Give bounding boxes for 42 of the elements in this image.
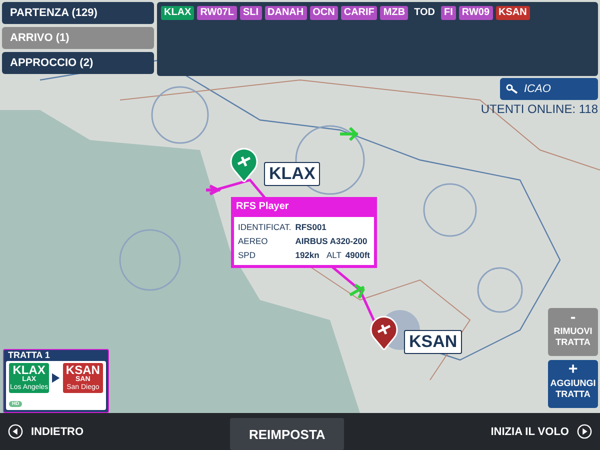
- tab[interactable]: APPROCCIO (2): [2, 52, 154, 74]
- back-button[interactable]: INDIETRO: [8, 422, 84, 440]
- field-label: AEREO: [238, 236, 269, 246]
- waypoint-chip[interactable]: MZB: [380, 6, 408, 20]
- field-label: ALT: [326, 250, 342, 260]
- route-marker-label[interactable]: TOD: [411, 6, 438, 20]
- tab[interactable]: ARRIVO (1): [2, 27, 154, 49]
- waypoint-chip[interactable]: OCN: [310, 6, 338, 20]
- waypoint-chip[interactable]: SLI: [240, 6, 262, 20]
- field-value: AIRBUS A320-200: [295, 236, 368, 246]
- field-label: SPD: [238, 250, 256, 260]
- field-value: RFS001: [295, 222, 328, 232]
- play-icon: [576, 424, 592, 439]
- search-field[interactable]: ICAO: [500, 78, 598, 100]
- origin-chip[interactable]: KLAX: [161, 6, 194, 20]
- leg-title: TRATTA 1: [7, 350, 51, 361]
- airport-label: KSAN: [404, 330, 462, 354]
- waypoint-chip[interactable]: RW09: [458, 6, 493, 20]
- field-label: IDENTIFICAT.: [238, 222, 292, 232]
- search-icon: [506, 84, 518, 94]
- start-flight-button[interactable]: INIZIA IL VOLO: [490, 422, 592, 440]
- waypoint-chip[interactable]: DANAH: [264, 6, 307, 20]
- tab[interactable]: PARTENZA (129): [2, 2, 154, 24]
- waypoint-chip[interactable]: FI: [441, 6, 456, 20]
- departure-pin-icon[interactable]: [230, 148, 258, 182]
- waypoint-chip[interactable]: CARIF: [340, 6, 378, 20]
- icao-code: KSAN: [66, 364, 100, 376]
- destination-chip[interactable]: KSAN: [496, 6, 530, 20]
- field-value: 4900ft: [345, 250, 370, 260]
- airport-label: KLAX: [264, 162, 320, 186]
- icao-search-input[interactable]: ICAO: [524, 83, 584, 95]
- remove-leg-button[interactable]: - RIMUOVI TRATTA: [548, 308, 598, 356]
- popup-title: RFS Player: [235, 200, 290, 214]
- users-online-count: UTENTI ONLINE: 118: [480, 102, 598, 116]
- back-icon: [8, 424, 23, 439]
- icao-code: KLAX: [12, 364, 46, 376]
- arrival-pin-icon[interactable]: [370, 316, 398, 350]
- waypoint-chip[interactable]: RW07L: [197, 6, 237, 20]
- arrow-icon: [52, 373, 60, 383]
- reset-button[interactable]: REIMPOSTA: [230, 418, 344, 450]
- field-value: 192kn: [295, 250, 320, 260]
- add-leg-button[interactable]: + AGGIUNGI TRATTA: [548, 360, 598, 408]
